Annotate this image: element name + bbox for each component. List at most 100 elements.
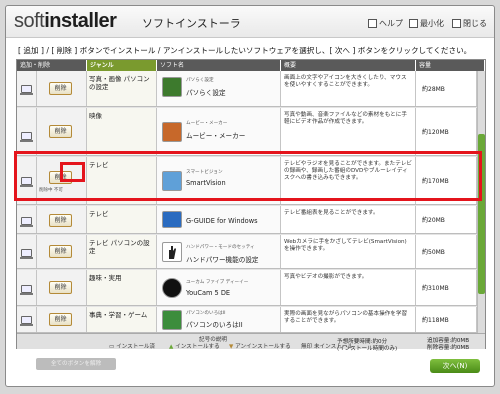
genre-cell: 趣味・実用 [87,270,157,305]
scrollbar-thumb[interactable] [478,134,485,294]
size-cell: 約50MB [416,235,477,268]
genre-cell: 写真・画像 パソコンの設定 [87,71,157,106]
size-cell: 約310MB [416,270,477,305]
summary-cell: 実際の画面を見ながらパソコンの基本操作を学習することができます。 [281,307,416,332]
summary-cell: 画面上の文字やアイコンを大きくしたり、マウスを使いやすくすることができます。 [281,71,416,106]
delete-button[interactable]: 削除 [49,313,72,326]
clear-all-button[interactable]: 全てのボタンを解除 [36,358,116,370]
software-cell: ハンドパワー・モードのセッティ ハンドパワー機能の設定 [157,235,281,268]
delete-button[interactable]: 削除 [49,245,72,258]
help-icon [368,18,377,28]
vertical-scrollbar[interactable] [477,71,485,333]
col-genre[interactable]: ジャンル [87,60,157,71]
status-cell [17,157,37,204]
software-reading: ムービー・メーカー [186,121,228,126]
table-row: 削除 事典・学習・ゲーム パソコンのいろはII パソコンのいろはII 実際の画面を… [17,307,477,333]
minimize-label: 最小化 [420,18,444,28]
size-cell: 約28MB [416,71,477,106]
status-cell [17,206,37,233]
delete-button[interactable]: 削除 [49,171,72,184]
action-cell: 削除 [37,235,87,268]
software-name: パソコンのいろはII [186,321,243,329]
installed-pc-icon [20,217,33,227]
legend-footer: 記号の説明 ▭ インストール済 ▲ インストールする ▼ アンインストールする … [17,333,485,350]
action-cell: 削除 [37,307,87,332]
logo-text-soft: soft [14,10,45,32]
genre-cell: 映像 [87,108,157,155]
action-cell: 削除 [37,270,87,305]
logo-text-installer: installer [44,10,117,32]
col-add-remove: 追加・削除 [17,60,87,71]
summary-cell: 写真や動画、音楽ファイルなどの素材をもとに手軽にビデオ作品が作成できます。 [281,108,416,155]
delete-status-note: 削除中 不可 [39,188,63,193]
status-cell [17,108,37,155]
remove-capacity: 削除容量:約0MB [427,345,470,351]
movie-maker-icon [162,122,182,142]
software-reading: パソコンのいろはII [186,311,226,316]
legend-installed: ▭ インストール済 [109,342,155,350]
youcam-icon [162,278,182,298]
software-cell: ユーカム ファイブ ディーイー YouCam 5 DE [157,270,281,305]
software-cell: ムービー・メーカー ムービー・メーカー [157,108,281,155]
genre-cell: テレビ [87,206,157,233]
installed-pc-icon [20,132,33,142]
install-icon: ▲ [169,344,174,350]
software-rows: 削除 写真・画像 パソコンの設定 パソらく設定 パソらく設定 画面上の文字やアイコ… [17,71,477,333]
delete-button[interactable]: 削除 [49,82,72,95]
action-cell: 削除 [37,206,87,233]
softinstaller-logo: softinstaller [14,8,117,34]
help-button[interactable]: ヘルプ [368,16,403,30]
delete-button[interactable]: 削除 [49,281,72,294]
minimize-icon [409,18,418,28]
pasoraku-app-icon [162,77,182,97]
title-bar: softinstaller ソフトインストーラ ヘルプ 最小化 閉じる [6,6,494,38]
installed-pc-icon [20,249,33,259]
software-name: ムービー・メーカー [186,132,246,140]
size-cell: 約20MB [416,206,477,233]
software-reading: スマートビジョン [186,170,223,175]
legend-install: ▲ インストールする [169,342,220,350]
action-cell: 削除削除中 不可 [37,157,87,204]
table-header: 追加・削除 ジャンル ソフト名 概要 容量 [17,60,485,71]
close-button[interactable]: 閉じる [452,16,487,30]
capacity-summary: 追加容量:約0MB 削除容量:約0MB [427,338,469,352]
genre-cell: 事典・学習・ゲーム [87,307,157,332]
status-cell [17,71,37,106]
g-guide-icon [162,211,182,228]
installed-pc-icon [20,285,33,295]
size-cell: 約120MB [416,108,477,155]
delete-button[interactable]: 削除 [49,214,72,227]
software-name: SmartVision [186,179,226,187]
help-label: ヘルプ [379,18,403,28]
legend-uninstall-label: アンインストールする [235,344,291,350]
col-capacity: 容量 [416,60,485,71]
installed-pc-icon [20,177,33,187]
installer-window: softinstaller ソフトインストーラ ヘルプ 最小化 閉じる [ 追加… [5,5,495,387]
software-list-panel: 追加・削除 ジャンル ソフト名 概要 容量 削除 写真・画像 パソコンの設定 パ… [16,59,486,350]
action-cell: 削除 [37,71,87,106]
time-note: (インストール時間のみ) [337,346,398,352]
table-row: 削除 写真・画像 パソコンの設定 パソらく設定 パソらく設定 画面上の文字やアイコ… [17,71,477,107]
genre-cell: テレビ パソコンの設定 [87,235,157,268]
status-cell [17,270,37,305]
minimize-button[interactable]: 最小化 [409,16,444,30]
table-row: 削除削除中 不可 テレビ スマートビジョン SmartVision テレビやラジオ… [17,157,477,205]
software-cell: パソらく設定 パソらく設定 [157,71,281,106]
installed-pc-icon [20,85,33,95]
hand-icon [162,242,182,262]
summary-cell: テレビやラジオを見ることができます。またテレビの録画や、録画した番組のDVDやブ… [281,157,416,204]
software-cell: G-GUIDE for Windows [157,206,281,233]
close-icon [452,18,461,28]
table-row: 削除 テレビ G-GUIDE for Windows テレビ番組表を見ることがで… [17,206,477,234]
software-reading: ハンドパワー・モードのセッティ [186,245,255,250]
legend-installed-label: インストール済 [116,344,156,350]
estimated-time: 予想所要時間:約0分 [337,339,388,345]
software-name: YouCam 5 DE [186,289,231,297]
delete-button[interactable]: 削除 [49,125,72,138]
col-software: ソフト名 [157,60,281,71]
next-button[interactable]: 次へ(N) [430,359,480,373]
software-reading: パソらく設定 [186,78,214,83]
genre-cell: テレビ [87,157,157,204]
summary-cell: 写真やビデオの撮影ができます。 [281,270,416,305]
status-cell [17,235,37,268]
